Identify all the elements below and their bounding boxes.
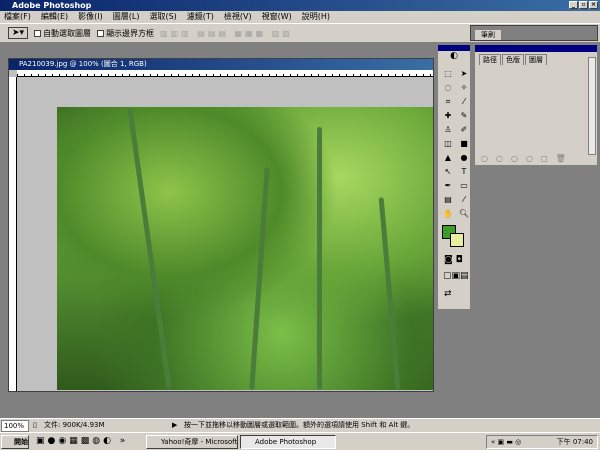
panel-footer-icons[interactable]: ○○○○◻🗑︎ [481, 154, 574, 163]
blur-tool-icon[interactable]: ▲ [441, 152, 455, 164]
quick-mask-icon[interactable]: ◙ ◘ [444, 255, 463, 265]
menu-file[interactable]: 檔案(F) [4, 11, 31, 23]
align-buttons-icon[interactable]: ▥▥▥ ▤▤▤ ▦▦▦ ▧▧ [160, 29, 293, 38]
crop-tool-icon[interactable]: ⌗ [441, 96, 455, 108]
menu-window[interactable]: 視窗(W) [262, 11, 292, 23]
task-label: Adobe Photoshop [255, 438, 317, 446]
tray-icons[interactable]: « ▣ ▬ ◎ [487, 436, 521, 448]
slice-tool-icon[interactable]: ⁄ [457, 96, 471, 108]
brush-tool-icon[interactable]: ✎ [457, 110, 471, 122]
dodge-tool-icon[interactable]: ● [457, 152, 471, 164]
menu-select[interactable]: 選取(S) [149, 11, 176, 23]
menu-edit[interactable]: 編輯(E) [41, 11, 68, 23]
auto-select-checkbox[interactable]: 自動選取圖層 [34, 28, 91, 39]
app-title-bar: Adobe Photoshop _ ▫ × [0, 0, 600, 11]
start-label: 開始 [14, 438, 28, 446]
show-bounds-checkbox[interactable]: 顯示邊界方框 [97, 28, 154, 39]
status-arrow-icon[interactable]: ▶ [172, 419, 177, 432]
jump-to-imageready-icon[interactable]: ⇄ [444, 289, 452, 299]
eraser-tool-icon[interactable]: ◫ [441, 138, 455, 150]
lasso-tool-icon[interactable]: ◌ [441, 82, 455, 94]
plant-stem [378, 197, 401, 390]
status-bar: 100% ▯ 文件: 900K/4.93M ▶ 按一下並拖移以移動圖層或選取範圍… [0, 418, 600, 432]
menu-view[interactable]: 檢視(V) [224, 11, 252, 23]
path-select-icon[interactable]: ↖ [441, 166, 455, 178]
magic-wand-icon[interactable]: ✧ [457, 82, 471, 94]
tab-paths[interactable]: 路徑 [479, 54, 501, 65]
show-bounds-label: 顯示邊界方框 [106, 28, 155, 38]
pen-tool-icon[interactable]: ✒ [441, 180, 455, 192]
plant-stem [317, 127, 322, 390]
document-title-bar[interactable]: PA210039.jpg @ 100% (圖合 1, RGB) [9, 59, 433, 70]
hand-tool-icon[interactable]: ✋ [441, 208, 455, 220]
history-brush-icon[interactable]: ✐ [457, 124, 471, 136]
taskbar: 開始 ▣●◉▦▩◍◐ » Yahoo!奇摩 - Microsoft I... A… [0, 432, 600, 450]
app-title: Adobe Photoshop [12, 1, 92, 10]
document-title: PA210039.jpg @ 100% (圖合 1, RGB) [19, 60, 147, 68]
document-window: PA210039.jpg @ 100% (圖合 1, RGB) [8, 58, 434, 392]
notes-tool-icon[interactable]: ▤ [441, 194, 455, 206]
marquee-tool-icon[interactable]: ⬚ [441, 68, 455, 80]
zoom-level-field[interactable]: 100% [1, 420, 29, 432]
layers-palette: 路徑 色版 圖層 ○○○○◻🗑︎ [474, 44, 598, 166]
horizontal-ruler [17, 70, 433, 77]
task-label: Yahoo!奇摩 - Microsoft I... [161, 438, 238, 446]
healing-brush-icon[interactable]: ✚ [441, 110, 455, 122]
vertical-ruler [9, 77, 17, 391]
doc-size: 文件: 900K/4.93M [44, 421, 105, 429]
plant-stem [127, 108, 172, 389]
close-button[interactable]: × [589, 1, 598, 9]
start-button[interactable]: 開始 [1, 435, 29, 449]
type-tool-icon[interactable]: T [457, 166, 471, 178]
plant-stem [249, 167, 270, 390]
tab-layers[interactable]: 圖層 [525, 54, 547, 65]
menu-filter[interactable]: 濾鏡(T) [187, 11, 214, 23]
system-tray: « ▣ ▬ ◎ 下午 07:40 [486, 435, 598, 449]
toolbox: ◐ ⬚ ➤ ◌ ✧ ⌗ ⁄ ✚ ✎ ♙ ✐ ◫ ■ ▲ ● ↖ T ✒ ▭ ▤ ⁄ ✋ 🔍︎ ◙ ◘ … [437, 44, 471, 310]
photoshop-logo-icon[interactable]: ◐ [438, 51, 470, 65]
menu-image[interactable]: 影像(I) [78, 11, 103, 23]
tab-channels[interactable]: 色版 [502, 54, 524, 65]
eyedropper-icon[interactable]: ⁄ [457, 194, 471, 206]
move-tool-preset-icon[interactable]: ➤▾ [8, 27, 29, 39]
window-controls: _ ▫ × [569, 1, 598, 9]
panel-scrollbar[interactable] [588, 57, 596, 155]
brushes-tab[interactable]: 筆刷 [475, 30, 501, 40]
zoom-tool-icon[interactable]: 🔍︎ [457, 208, 471, 220]
gradient-tool-icon[interactable]: ■ [457, 138, 471, 150]
task-photoshop[interactable]: Adobe Photoshop [240, 435, 336, 449]
background-color-swatch[interactable] [450, 233, 464, 247]
screen-mode-icon[interactable]: ▢▣▤ [443, 271, 469, 281]
shape-tool-icon[interactable]: ▭ [457, 180, 471, 192]
task-yahoo-ie[interactable]: Yahoo!奇摩 - Microsoft I... [146, 435, 238, 449]
stamp-tool-icon[interactable]: ♙ [441, 124, 455, 136]
menu-layer[interactable]: 圖層(L) [113, 11, 140, 23]
quick-launch-icons[interactable]: ▣●◉▦▩◍◐ » [36, 436, 128, 446]
palette-well: 筆刷 [470, 25, 598, 41]
status-hint: 按一下並拖移以移動圖層或選取範圍。額外的選項請使用 Shift 和 Alt 鍵。 [184, 421, 415, 429]
image-canvas[interactable] [57, 107, 433, 390]
restore-button[interactable]: ▫ [579, 1, 588, 9]
clock: 下午 07:40 [556, 438, 593, 446]
menu-help[interactable]: 說明(H) [302, 11, 330, 23]
doc-info-icon[interactable]: ▯ [33, 419, 37, 432]
minimize-button[interactable]: _ [569, 1, 578, 9]
auto-select-label: 自動選取圖層 [43, 28, 92, 38]
menu-bar: 檔案(F) 編輯(E) 影像(I) 圖層(L) 選取(S) 濾鏡(T) 檢視(V… [0, 11, 600, 23]
move-tool-icon[interactable]: ➤ [457, 68, 471, 80]
